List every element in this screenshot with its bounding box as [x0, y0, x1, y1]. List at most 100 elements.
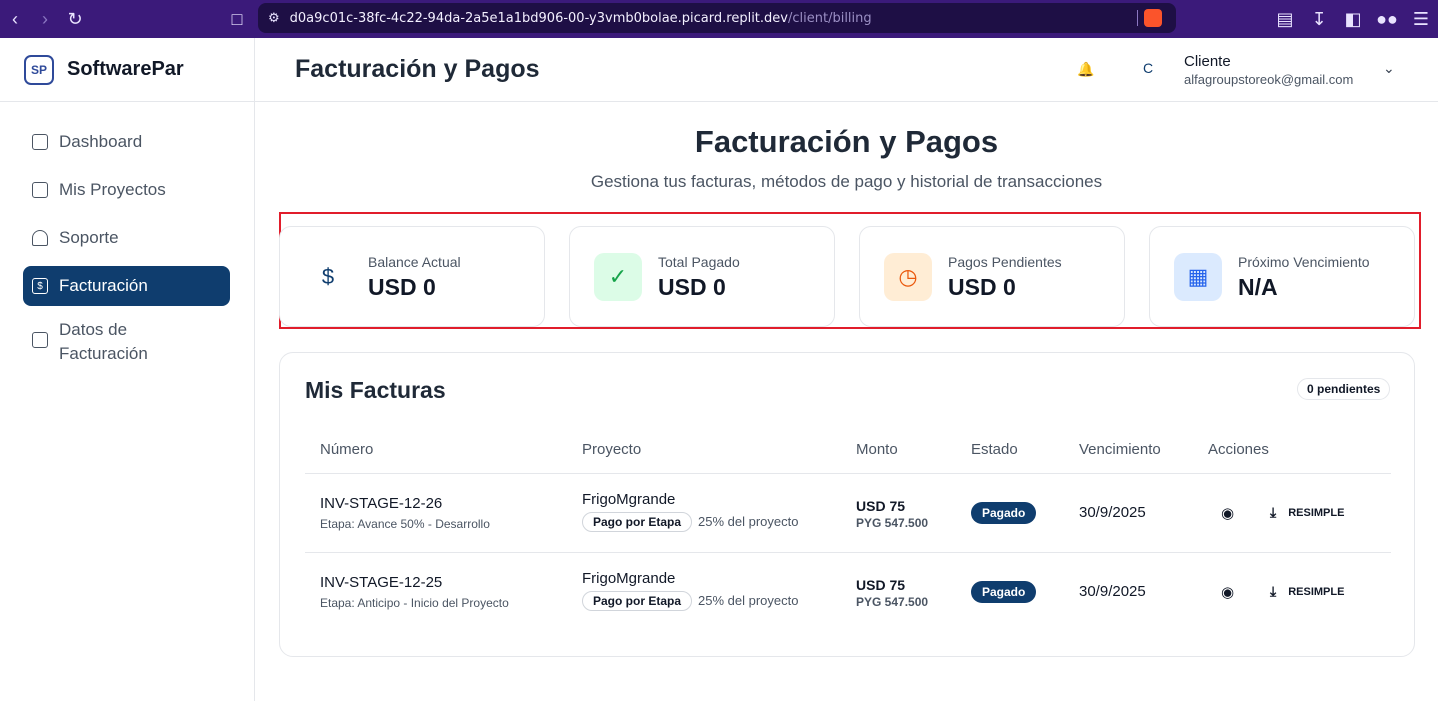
- stat-value: N/A: [1238, 274, 1278, 300]
- browser-actions: ▤ ↧ ◧ ●● ☰: [1268, 0, 1438, 38]
- address-bar[interactable]: ⚙ d0a9c01c-38fc-4c22-94da-2a5e1a1bd906-0…: [258, 3, 1176, 33]
- stat-label: Pagos Pendientes: [948, 254, 1062, 270]
- column-header-monto: Monto: [856, 441, 898, 458]
- invoice-due-date: 30/9/2025: [1079, 504, 1146, 521]
- folder-icon: [32, 182, 48, 198]
- invoice-stage: Etapa: Anticipo - Inicio del Proyecto: [320, 596, 509, 610]
- private-icon[interactable]: ●●: [1370, 0, 1404, 38]
- stat-value: USD 0: [948, 274, 1016, 300]
- invoice-project: FrigoMgrande: [582, 570, 676, 587]
- payment-type-badge: Pago por Etapa: [582, 591, 693, 611]
- sidebar-item-mis-proyectos[interactable]: Mis Proyectos: [23, 170, 230, 210]
- invoice-project: FrigoMgrande: [582, 491, 676, 508]
- clock-icon: ◷: [884, 253, 932, 301]
- invoice-amount-cell: USD 75 PYG 547.500: [856, 577, 928, 609]
- stat-value: USD 0: [658, 274, 726, 300]
- stat-label: Próximo Vencimiento: [1238, 254, 1370, 270]
- sidebar-toggle-icon[interactable]: ◧: [1336, 0, 1370, 38]
- avatar[interactable]: C: [1143, 60, 1153, 76]
- download-button-label: RESIMPLE: [1288, 585, 1345, 598]
- stat-card-total-pagado: ✓ Total Pagado USD 0: [569, 226, 835, 327]
- menu-icon[interactable]: ☰: [1404, 0, 1438, 38]
- pending-badge: 0 pendientes: [1297, 378, 1391, 400]
- invoices-card: Mis Facturas 0 pendientes Número Proyect…: [279, 352, 1415, 657]
- site-info-icon[interactable]: ⚙: [268, 10, 280, 26]
- reload-icon[interactable]: ↻: [60, 0, 90, 38]
- forward-icon[interactable]: ›: [30, 0, 60, 38]
- amount-pyg: PYG 547.500: [856, 516, 929, 530]
- invoice-due-date: 30/9/2025: [1079, 583, 1146, 600]
- invoices-title: Mis Facturas: [305, 377, 446, 403]
- page-header: Facturación y Pagos 🔔 C Cliente alfagrou…: [255, 38, 1438, 102]
- headset-icon: [32, 230, 48, 246]
- brand[interactable]: SP SoftwarePar: [0, 38, 254, 102]
- invoice-project-cell: FrigoMgrande Pago por Etapa 25% del proye…: [582, 491, 798, 532]
- column-header-proyecto: Proyecto: [582, 441, 642, 458]
- brand-name: SoftwarePar: [67, 58, 184, 80]
- column-header-acciones: Acciones: [1208, 441, 1269, 458]
- sidebar-item-facturacion[interactable]: $ Facturación: [23, 266, 230, 306]
- invoice-status-cell: Pagado: [971, 502, 1037, 524]
- invoice-stage: Etapa: Avance 50% - Desarrollo: [320, 517, 490, 531]
- stat-card-balance: $ Balance Actual USD 0: [279, 226, 545, 327]
- sidebar-nav: Dashboard Mis Proyectos Soporte $ Factur…: [0, 102, 254, 376]
- amount-pyg: PYG 547.500: [856, 595, 929, 609]
- logo-icon: SP: [24, 54, 54, 85]
- url-path: /client/billing: [787, 10, 872, 26]
- project-percent: 25% del proyecto: [698, 514, 799, 529]
- download-button[interactable]: ⤓ RESIMPLE: [1270, 583, 1344, 600]
- sidebar: SP SoftwarePar Dashboard Mis Proyectos S…: [0, 38, 255, 701]
- invoice-status-cell: Pagado: [971, 581, 1037, 603]
- eye-icon[interactable]: ◉: [1221, 504, 1234, 522]
- sidebar-item-datos-facturacion[interactable]: Datos de Facturación: [23, 314, 230, 376]
- url-text: d0a9c01c-38fc-4c22-94da-2a5e1a1bd906-00-…: [290, 11, 872, 26]
- dollar-icon: $: [321, 264, 335, 289]
- sidebar-item-label: Facturación: [59, 276, 148, 295]
- stat-value: USD 0: [368, 274, 436, 300]
- sidebar-item-label: Dashboard: [59, 132, 143, 151]
- stat-card-pagos-pendientes: ◷ Pagos Pendientes USD 0: [859, 226, 1125, 327]
- payment-type-badge: Pago por Etapa: [582, 512, 693, 532]
- download-icon: ⤓: [1270, 583, 1277, 599]
- chevron-down-icon[interactable]: ⌄: [1383, 60, 1395, 77]
- grid-icon: [32, 134, 48, 150]
- back-icon[interactable]: ‹: [0, 0, 30, 38]
- project-percent: 25% del proyecto: [698, 593, 799, 608]
- bell-icon[interactable]: 🔔: [1077, 61, 1094, 77]
- download-icon[interactable]: ↧: [1302, 0, 1336, 38]
- download-button-label: RESIMPLE: [1288, 506, 1345, 519]
- main-subheading: Gestiona tus facturas, métodos de pago y…: [590, 172, 1103, 191]
- url-host: d0a9c01c-38fc-4c22-94da-2a5e1a1bd906-00-…: [289, 10, 788, 26]
- url-divider: [1137, 10, 1138, 26]
- stat-label: Balance Actual: [368, 254, 461, 270]
- status-badge: Pagado: [971, 581, 1037, 603]
- invoice-project-cell: FrigoMgrande Pago por Etapa 25% del proye…: [582, 570, 798, 611]
- amount-usd: USD 75: [856, 577, 906, 593]
- table-row: INV-STAGE-12-26 Etapa: Avance 50% - Desa…: [320, 495, 490, 531]
- sidebar-item-label: Soporte: [59, 228, 119, 247]
- sidebar-item-label: Datos de Facturación: [59, 320, 148, 363]
- user-name[interactable]: Cliente: [1184, 53, 1231, 70]
- check-circle-icon: ✓: [594, 253, 642, 301]
- invoice-number: INV-STAGE-12-26: [320, 495, 443, 512]
- user-email[interactable]: alfagroupstoreok@gmail.com: [1184, 72, 1353, 87]
- table-header-divider: [305, 473, 1391, 474]
- sidebar-item-label: Mis Proyectos: [59, 180, 166, 199]
- eye-icon[interactable]: ◉: [1221, 583, 1234, 601]
- sidebar-item-dashboard[interactable]: Dashboard: [23, 122, 230, 162]
- brave-shield-icon[interactable]: [1144, 9, 1162, 27]
- sidebar-item-soporte[interactable]: Soporte: [23, 218, 230, 258]
- stat-label: Total Pagado: [658, 254, 740, 270]
- building-icon: [32, 332, 48, 348]
- calendar-icon: ▦: [1174, 253, 1222, 301]
- invoice-amount-cell: USD 75 PYG 547.500: [856, 498, 928, 530]
- main-heading: Facturación y Pagos: [694, 124, 999, 159]
- status-badge: Pagado: [971, 502, 1037, 524]
- bookmark-icon[interactable]: □: [222, 0, 252, 38]
- amount-usd: USD 75: [856, 498, 906, 514]
- table-row-divider: [305, 552, 1391, 553]
- download-button[interactable]: ⤓ RESIMPLE: [1270, 504, 1344, 521]
- reader-icon[interactable]: ▤: [1268, 0, 1302, 38]
- invoice-number: INV-STAGE-12-25: [320, 574, 443, 591]
- download-icon: ⤓: [1270, 504, 1277, 520]
